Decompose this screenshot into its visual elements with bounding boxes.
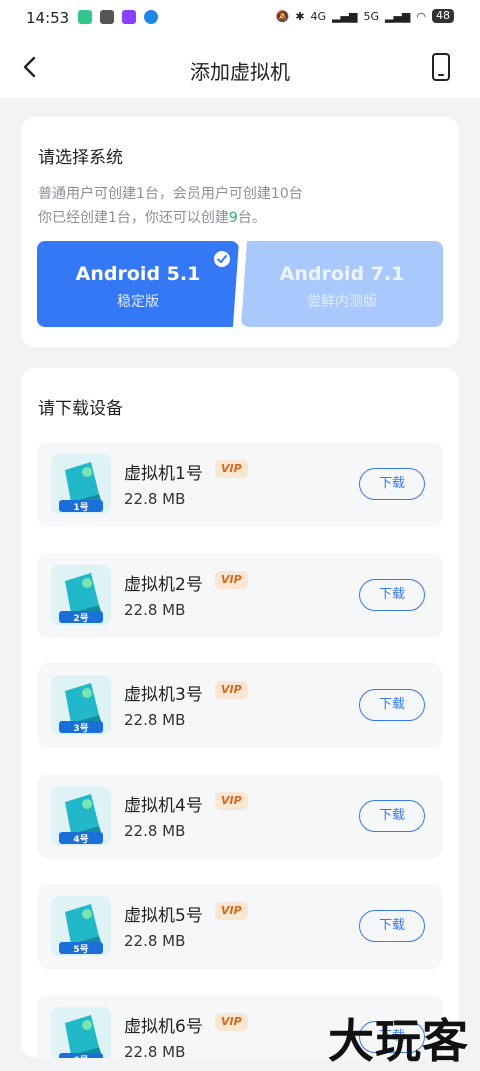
device-thumbnail: 6号 (51, 1007, 111, 1058)
download-button[interactable]: 下载 (359, 579, 425, 611)
device-thumbnail: 4号 (51, 786, 111, 846)
device-name: 虚拟机1号 (124, 464, 203, 484)
device-thumbnail: 2号 (51, 565, 111, 625)
app-notification-icon (122, 10, 136, 24)
download-button[interactable]: 下载 (359, 910, 425, 942)
list-item: 1号 虚拟机1号 VIP 22.8 MB 下载 (37, 442, 443, 527)
bluetooth-icon: ✱ (295, 9, 305, 23)
device-size: 22.8 MB (124, 490, 186, 508)
battery-indicator: 48 (432, 9, 454, 23)
wifi-icon: ◠ (416, 9, 426, 23)
device-thumb-label: 1号 (73, 503, 89, 513)
device-list-card: 请下载设备 1号 虚拟机1号 VIP 22.8 MB 下载 2号 虚拟机2号 V… (21, 368, 459, 1058)
system-option-sub: 稳定版 (117, 294, 159, 310)
vip-badge: VIP (215, 1013, 248, 1031)
system-option-android-7-1[interactable]: Android 7.1 尝鲜内测版 (241, 241, 443, 327)
section-title: 请下载设备 (38, 399, 123, 419)
home-indicator (0, 1062, 480, 1070)
vip-badge: VIP (215, 571, 248, 589)
device-size: 22.8 MB (124, 711, 186, 729)
nav-bar: 添加虚拟机 (0, 36, 480, 98)
status-bar: 14:53 🔕 ✱ 4G ▂▄▆ 5G ▂▄▆ ◠ 48 (0, 0, 480, 36)
device-thumb-label: 3号 (73, 724, 89, 734)
system-option-sub: 尝鲜内测版 (307, 294, 377, 310)
vip-badge: VIP (215, 902, 248, 920)
network-5g: 5G (363, 9, 379, 23)
device-size: 22.8 MB (124, 932, 186, 950)
download-button[interactable]: 下载 (359, 800, 425, 832)
device-name: 虚拟机2号 (124, 575, 203, 595)
download-button[interactable]: 下载 (359, 468, 425, 500)
list-item: 3号 虚拟机3号 VIP 22.8 MB 下载 (37, 663, 443, 748)
system-desc-line1: 普通用户可创建1台，会员用户可创建10台 (38, 186, 303, 202)
device-size: 22.8 MB (124, 822, 186, 840)
device-thumb-label: 2号 (73, 614, 89, 624)
phone-icon[interactable] (424, 50, 458, 84)
mute-icon: 🔕 (275, 9, 290, 23)
vip-badge: VIP (215, 792, 248, 810)
desc-text: 你已经创建1台，你还可以创建 (38, 210, 229, 226)
device-name: 虚拟机3号 (124, 685, 203, 705)
list-item: 5号 虚拟机5号 VIP 22.8 MB 下载 (37, 884, 443, 969)
app-notification-icon (144, 10, 158, 24)
system-option-name: Android 5.1 (75, 263, 201, 285)
vip-badge: VIP (215, 681, 248, 699)
desc-text: 台。 (237, 210, 266, 226)
app-notification-icon (78, 10, 92, 24)
vip-badge: VIP (215, 460, 248, 478)
download-button[interactable]: 下载 (359, 689, 425, 721)
signal-icon: ▂▄▆ (332, 9, 358, 23)
status-indicators: 🔕 ✱ 4G ▂▄▆ 5G ▂▄▆ ◠ 48 (276, 9, 454, 23)
system-option-android-5-1[interactable]: Android 5.1 稳定版 (37, 241, 239, 327)
signal-icon: ▂▄▆ (385, 9, 411, 23)
system-option-name: Android 7.1 (279, 263, 405, 285)
section-title: 请选择系统 (38, 148, 123, 168)
system-desc-line2: 你已经创建1台，你还可以创建9台。 (38, 207, 266, 227)
system-select-card: 请选择系统 普通用户可创建1台，会员用户可创建10台 你已经创建1台，你还可以创… (21, 117, 459, 347)
network-4g: 4G (310, 9, 327, 23)
device-thumb-label: 6号 (51, 1053, 111, 1058)
list-item: 2号 虚拟机2号 VIP 22.8 MB 下载 (37, 553, 443, 638)
status-time: 14:53 (26, 9, 70, 27)
device-thumbnail: 5号 (51, 896, 111, 956)
app-notification-icon (100, 10, 114, 24)
check-icon (214, 251, 230, 267)
device-thumbnail: 1号 (51, 454, 111, 514)
list-item: 4号 虚拟机4号 VIP 22.8 MB 下载 (37, 774, 443, 859)
device-size: 22.8 MB (124, 1043, 186, 1058)
device-name: 虚拟机4号 (124, 796, 203, 816)
page-title: 添加虚拟机 (190, 60, 290, 84)
remaining-count: 9 (228, 210, 238, 226)
device-thumb-label: 4号 (73, 835, 89, 845)
device-name: 虚拟机6号 (124, 1017, 203, 1037)
device-size: 22.8 MB (124, 601, 186, 619)
device-thumb-label: 5号 (73, 945, 89, 955)
device-thumbnail: 3号 (51, 675, 111, 735)
device-name: 虚拟机5号 (124, 906, 203, 926)
status-app-icons (78, 10, 158, 24)
